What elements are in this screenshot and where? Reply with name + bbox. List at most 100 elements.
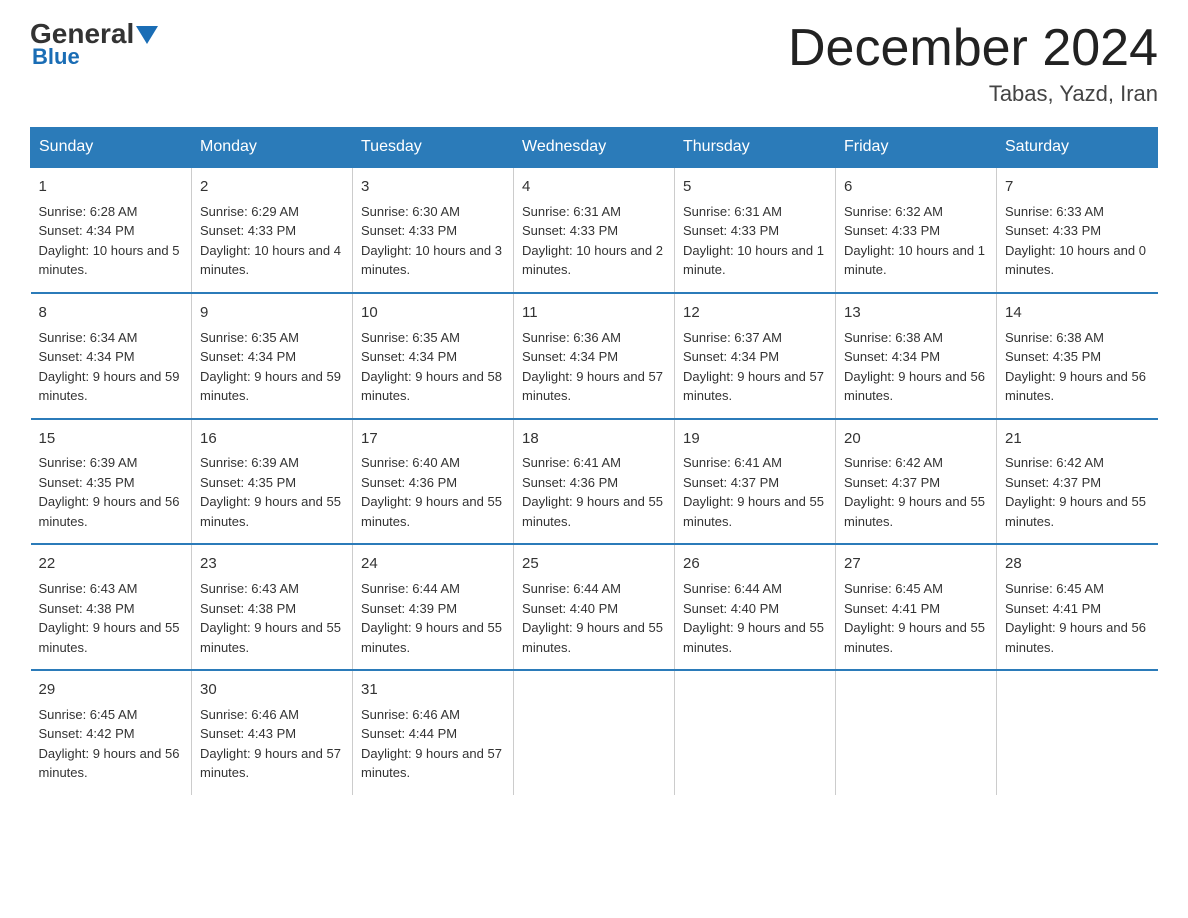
day-info: Sunrise: 6:36 AMSunset: 4:34 PMDaylight:… xyxy=(522,328,666,406)
day-number: 20 xyxy=(844,428,988,450)
calendar-cell: 15 Sunrise: 6:39 AMSunset: 4:35 PMDayligh… xyxy=(31,419,192,545)
calendar-cell: 8Sunrise: 6:34 AMSunset: 4:34 PMDaylight… xyxy=(31,293,192,419)
calendar-cell: 31 Sunrise: 6:46 AMSunset: 4:44 PMDayligh… xyxy=(353,670,514,795)
day-info: Sunrise: 6:44 AMSunset: 4:40 PMDaylight:… xyxy=(522,579,666,657)
calendar-table: SundayMondayTuesdayWednesdayThursdayFrid… xyxy=(30,127,1158,795)
day-info: Sunrise: 6:41 AMSunset: 4:37 PMDaylight:… xyxy=(683,453,827,531)
calendar-header: SundayMondayTuesdayWednesdayThursdayFrid… xyxy=(31,128,1158,168)
day-info: Sunrise: 6:45 AMSunset: 4:41 PMDaylight:… xyxy=(1005,579,1150,657)
calendar-cell: 22Sunrise: 6:43 AMSunset: 4:38 PMDayligh… xyxy=(31,544,192,670)
day-info: Sunrise: 6:34 AMSunset: 4:34 PMDaylight:… xyxy=(39,328,184,406)
day-info: Sunrise: 6:38 AMSunset: 4:34 PMDaylight:… xyxy=(844,328,988,406)
day-number: 31 xyxy=(361,679,505,701)
day-number: 24 xyxy=(361,553,505,575)
calendar-cell: 16 Sunrise: 6:39 AMSunset: 4:35 PMDayligh… xyxy=(192,419,353,545)
day-info: Sunrise: 6:43 AMSunset: 4:38 PMDaylight:… xyxy=(39,579,184,657)
header-cell-saturday: Saturday xyxy=(997,128,1158,168)
calendar-cell: 6 Sunrise: 6:32 AMSunset: 4:33 PMDaylight… xyxy=(836,167,997,293)
calendar-body: 1 Sunrise: 6:28 AMSunset: 4:34 PMDaylight… xyxy=(31,167,1158,795)
day-number: 14 xyxy=(1005,302,1150,324)
calendar-cell xyxy=(836,670,997,795)
month-title: December 2024 xyxy=(788,20,1158,77)
day-info: Sunrise: 6:40 AMSunset: 4:36 PMDaylight:… xyxy=(361,453,505,531)
calendar-cell: 13Sunrise: 6:38 AMSunset: 4:34 PMDayligh… xyxy=(836,293,997,419)
calendar-cell: 12 Sunrise: 6:37 AMSunset: 4:34 PMDayligh… xyxy=(675,293,836,419)
week-row-5: 29Sunrise: 6:45 AMSunset: 4:42 PMDayligh… xyxy=(31,670,1158,795)
day-info: Sunrise: 6:39 AMSunset: 4:35 PMDaylight:… xyxy=(39,453,184,531)
calendar-cell: 2Sunrise: 6:29 AMSunset: 4:33 PMDaylight… xyxy=(192,167,353,293)
day-number: 4 xyxy=(522,176,666,198)
calendar-cell: 20Sunrise: 6:42 AMSunset: 4:37 PMDayligh… xyxy=(836,419,997,545)
day-number: 21 xyxy=(1005,428,1150,450)
day-info: Sunrise: 6:31 AMSunset: 4:33 PMDaylight:… xyxy=(522,202,666,280)
week-row-2: 8Sunrise: 6:34 AMSunset: 4:34 PMDaylight… xyxy=(31,293,1158,419)
day-info: Sunrise: 6:39 AMSunset: 4:35 PMDaylight:… xyxy=(200,453,344,531)
day-number: 17 xyxy=(361,428,505,450)
calendar-cell: 30 Sunrise: 6:46 AMSunset: 4:43 PMDayligh… xyxy=(192,670,353,795)
calendar-cell: 28 Sunrise: 6:45 AMSunset: 4:41 PMDayligh… xyxy=(997,544,1158,670)
day-number: 5 xyxy=(683,176,827,198)
calendar-cell xyxy=(514,670,675,795)
day-number: 19 xyxy=(683,428,827,450)
day-number: 23 xyxy=(200,553,344,575)
day-number: 6 xyxy=(844,176,988,198)
header-row: SundayMondayTuesdayWednesdayThursdayFrid… xyxy=(31,128,1158,168)
day-number: 16 xyxy=(200,428,344,450)
calendar-cell: 23 Sunrise: 6:43 AMSunset: 4:38 PMDayligh… xyxy=(192,544,353,670)
day-number: 29 xyxy=(39,679,184,701)
day-info: Sunrise: 6:28 AMSunset: 4:34 PMDaylight:… xyxy=(39,202,184,280)
calendar-cell: 26 Sunrise: 6:44 AMSunset: 4:40 PMDayligh… xyxy=(675,544,836,670)
week-row-4: 22Sunrise: 6:43 AMSunset: 4:38 PMDayligh… xyxy=(31,544,1158,670)
day-info: Sunrise: 6:35 AMSunset: 4:34 PMDaylight:… xyxy=(200,328,344,406)
calendar-cell: 9 Sunrise: 6:35 AMSunset: 4:34 PMDaylight… xyxy=(192,293,353,419)
header-cell-tuesday: Tuesday xyxy=(353,128,514,168)
day-number: 3 xyxy=(361,176,505,198)
logo-blue: Blue xyxy=(30,44,80,70)
calendar-cell: 1 Sunrise: 6:28 AMSunset: 4:34 PMDaylight… xyxy=(31,167,192,293)
logo-arrow-icon xyxy=(136,26,158,44)
day-info: Sunrise: 6:37 AMSunset: 4:34 PMDaylight:… xyxy=(683,328,827,406)
day-info: Sunrise: 6:33 AMSunset: 4:33 PMDaylight:… xyxy=(1005,202,1150,280)
day-info: Sunrise: 6:29 AMSunset: 4:33 PMDaylight:… xyxy=(200,202,344,280)
day-number: 15 xyxy=(39,428,184,450)
day-number: 27 xyxy=(844,553,988,575)
day-number: 25 xyxy=(522,553,666,575)
day-number: 12 xyxy=(683,302,827,324)
day-info: Sunrise: 6:35 AMSunset: 4:34 PMDaylight:… xyxy=(361,328,505,406)
calendar-cell: 3 Sunrise: 6:30 AMSunset: 4:33 PMDaylight… xyxy=(353,167,514,293)
page-header: General Blue December 2024 Tabas, Yazd, … xyxy=(30,20,1158,107)
calendar-cell: 25 Sunrise: 6:44 AMSunset: 4:40 PMDayligh… xyxy=(514,544,675,670)
day-info: Sunrise: 6:46 AMSunset: 4:43 PMDaylight:… xyxy=(200,705,344,783)
calendar-cell: 18Sunrise: 6:41 AMSunset: 4:36 PMDayligh… xyxy=(514,419,675,545)
calendar-cell: 10 Sunrise: 6:35 AMSunset: 4:34 PMDayligh… xyxy=(353,293,514,419)
week-row-1: 1 Sunrise: 6:28 AMSunset: 4:34 PMDaylight… xyxy=(31,167,1158,293)
calendar-cell: 17 Sunrise: 6:40 AMSunset: 4:36 PMDayligh… xyxy=(353,419,514,545)
week-row-3: 15 Sunrise: 6:39 AMSunset: 4:35 PMDayligh… xyxy=(31,419,1158,545)
day-info: Sunrise: 6:38 AMSunset: 4:35 PMDaylight:… xyxy=(1005,328,1150,406)
day-info: Sunrise: 6:43 AMSunset: 4:38 PMDaylight:… xyxy=(200,579,344,657)
day-number: 28 xyxy=(1005,553,1150,575)
calendar-cell: 14 Sunrise: 6:38 AMSunset: 4:35 PMDayligh… xyxy=(997,293,1158,419)
day-number: 1 xyxy=(39,176,184,198)
day-info: Sunrise: 6:44 AMSunset: 4:40 PMDaylight:… xyxy=(683,579,827,657)
header-cell-thursday: Thursday xyxy=(675,128,836,168)
day-number: 18 xyxy=(522,428,666,450)
calendar-cell: 27 Sunrise: 6:45 AMSunset: 4:41 PMDayligh… xyxy=(836,544,997,670)
day-info: Sunrise: 6:44 AMSunset: 4:39 PMDaylight:… xyxy=(361,579,505,657)
header-cell-wednesday: Wednesday xyxy=(514,128,675,168)
calendar-cell: 5Sunrise: 6:31 AMSunset: 4:33 PMDaylight… xyxy=(675,167,836,293)
calendar-cell: 11Sunrise: 6:36 AMSunset: 4:34 PMDayligh… xyxy=(514,293,675,419)
header-cell-monday: Monday xyxy=(192,128,353,168)
title-section: December 2024 Tabas, Yazd, Iran xyxy=(788,20,1158,107)
day-number: 26 xyxy=(683,553,827,575)
day-info: Sunrise: 6:46 AMSunset: 4:44 PMDaylight:… xyxy=(361,705,505,783)
day-info: Sunrise: 6:30 AMSunset: 4:33 PMDaylight:… xyxy=(361,202,505,280)
day-info: Sunrise: 6:32 AMSunset: 4:33 PMDaylight:… xyxy=(844,202,988,280)
calendar-cell xyxy=(675,670,836,795)
calendar-cell: 7Sunrise: 6:33 AMSunset: 4:33 PMDaylight… xyxy=(997,167,1158,293)
day-info: Sunrise: 6:45 AMSunset: 4:41 PMDaylight:… xyxy=(844,579,988,657)
day-number: 30 xyxy=(200,679,344,701)
day-number: 9 xyxy=(200,302,344,324)
day-number: 10 xyxy=(361,302,505,324)
header-cell-sunday: Sunday xyxy=(31,128,192,168)
